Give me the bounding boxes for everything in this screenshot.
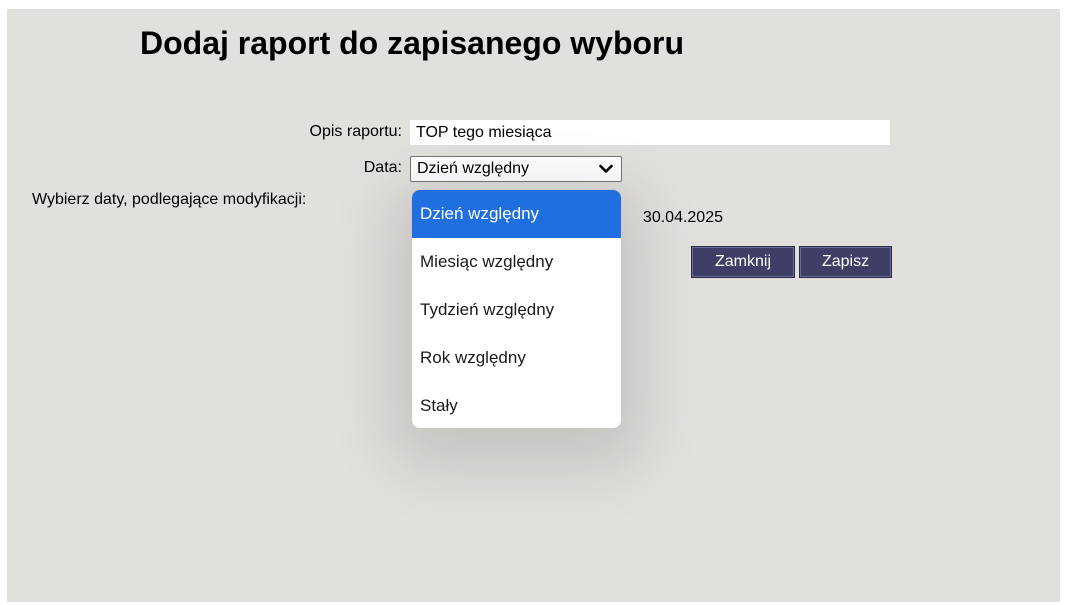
close-button[interactable]: Zamknij bbox=[691, 246, 795, 278]
date-select[interactable]: Dzień względny bbox=[410, 156, 622, 182]
date-label: Data: bbox=[363, 159, 402, 176]
page-title: Dodaj raport do zapisanego wyboru bbox=[140, 25, 685, 61]
description-input[interactable] bbox=[410, 120, 890, 145]
modify-dates-label: Wybierz daty, podlegające modyfikacji: bbox=[32, 191, 307, 208]
date-value: 30.04.2025 bbox=[642, 209, 723, 226]
dropdown-option-rok[interactable]: Rok względny bbox=[412, 334, 621, 382]
dropdown-option-dzien[interactable]: Dzień względny bbox=[412, 190, 621, 238]
dropdown-option-staly[interactable]: Stały bbox=[412, 382, 621, 428]
add-report-dialog: Dodaj raport do zapisanego wyboru Opis r… bbox=[7, 9, 1060, 602]
dropdown-option-miesiac[interactable]: Miesiąc względny bbox=[412, 238, 621, 286]
date-dropdown-list: Dzień względny Miesiąc względny Tydzień … bbox=[411, 189, 622, 429]
description-label: Opis raportu: bbox=[309, 123, 402, 140]
date-select-value: Dzień względny bbox=[417, 160, 530, 177]
dropdown-option-tydzien[interactable]: Tydzień względny bbox=[412, 286, 621, 334]
save-button[interactable]: Zapisz bbox=[799, 246, 892, 278]
chevron-down-icon bbox=[599, 164, 613, 173]
